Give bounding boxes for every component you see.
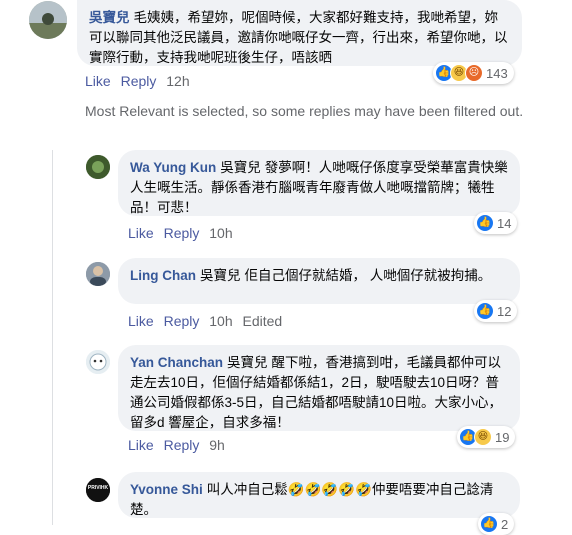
reaction-count: 12 <box>497 303 512 319</box>
avatar[interactable]: PRIVIHK <box>86 478 110 502</box>
like-reaction-icon: 👍 <box>480 515 498 533</box>
like-reaction-icon: 👍 <box>476 302 494 320</box>
reaction-summary[interactable]: 👍 14 <box>474 212 518 234</box>
reply-author[interactable]: Ling Chan <box>130 268 196 283</box>
reply-link[interactable]: Reply <box>121 73 157 89</box>
comment-author[interactable]: 吳寶兒 <box>89 10 130 25</box>
landscape-avatar-icon <box>29 1 67 39</box>
reply-link[interactable]: Reply <box>164 437 200 453</box>
reply-actions: Like Reply 10h Edited <box>128 313 288 329</box>
person-avatar-icon <box>86 262 110 286</box>
like-link[interactable]: Like <box>128 225 154 241</box>
edited-label[interactable]: Edited <box>243 313 283 329</box>
reply-bubble: Ling Chan 吳寶兒 佢自己個仔就結婚， 人哋個仔就被拘捕。 <box>118 258 520 304</box>
reply-author[interactable]: Yvonne Shi <box>130 482 203 497</box>
angry-reaction-icon: ☹ <box>465 64 483 82</box>
reply-link[interactable]: Reply <box>164 225 200 241</box>
like-reaction-icon: 👍 <box>476 214 494 232</box>
haha-reaction-icon: 😆 <box>474 428 492 446</box>
avatar[interactable] <box>86 262 110 286</box>
reply-actions: Like Reply 10h <box>128 225 239 241</box>
comment-text: 毛姨姨，希望妳，呢個時候，大家都好難支持，我哋希望，妳可以聯同其他泛民議員，邀請… <box>89 10 508 65</box>
avatar[interactable] <box>29 1 67 39</box>
reply-time[interactable]: 9h <box>209 437 225 453</box>
reaction-count: 143 <box>486 65 508 81</box>
like-link[interactable]: Like <box>128 313 154 329</box>
cartoon-avatar-icon <box>86 350 110 374</box>
avatar[interactable] <box>86 350 110 374</box>
avatar[interactable] <box>86 155 110 179</box>
reaction-count: 2 <box>501 516 509 532</box>
reply-time[interactable]: 10h <box>209 225 232 241</box>
reaction-summary[interactable]: 👍 😆 ☹ 143 <box>433 62 514 84</box>
reply-bubble: Yan Chanchan 吳寶兒 醒下啦，香港搞到咁，毛議員都仲可以走左去10日，佢… <box>118 345 520 431</box>
avatar-logo-text: PRIVIHK <box>87 485 109 491</box>
leaf-avatar-icon <box>86 155 110 179</box>
reply-mention[interactable]: 吳寶兒 <box>220 160 261 175</box>
comment-bubble: 吳寶兒 毛姨姨，希望妳，呢個時候，大家都好難支持，我哋希望，妳可以聯同其他泛民議員… <box>77 0 522 66</box>
reaction-summary[interactable]: 👍 12 <box>474 300 518 322</box>
filter-notice: Most Relevant is selected, so some repli… <box>85 103 524 119</box>
reply-author[interactable]: Wa Yung Kun <box>130 160 216 175</box>
like-link[interactable]: Like <box>85 73 111 89</box>
like-link[interactable]: Like <box>128 437 154 453</box>
comment-time[interactable]: 12h <box>166 73 189 89</box>
reaction-count: 14 <box>497 215 512 231</box>
reply-mention[interactable]: 吳寶兒 <box>200 268 241 283</box>
reply-author[interactable]: Yan Chanchan <box>130 355 223 370</box>
reply-bubble: Yvonne Shi 叫人冲自己鬆🤣🤣🤣🤣🤣仲要唔要冲自己諗清楚。 <box>118 472 520 518</box>
reaction-count: 19 <box>495 429 510 445</box>
reply-actions: Like Reply 9h <box>128 437 231 453</box>
comment-actions: Like Reply 12h <box>85 73 196 89</box>
reply-bubble: Wa Yung Kun 吳寶兒 發夢啊！人哋嘅仔係度享受榮華富貴快樂人生嘅生活。靜係… <box>118 150 520 216</box>
reply-mention[interactable]: 吳寶兒 <box>227 355 268 370</box>
reply-link[interactable]: Reply <box>164 313 200 329</box>
reaction-summary[interactable]: 👍 😆 19 <box>457 426 516 448</box>
reply-text: 佢自己個仔就結婚， 人哋個仔就被拘捕。 <box>244 268 492 283</box>
reply-time[interactable]: 10h <box>209 313 232 329</box>
reaction-summary[interactable]: 👍 2 <box>478 513 515 535</box>
thread-line <box>52 150 53 525</box>
